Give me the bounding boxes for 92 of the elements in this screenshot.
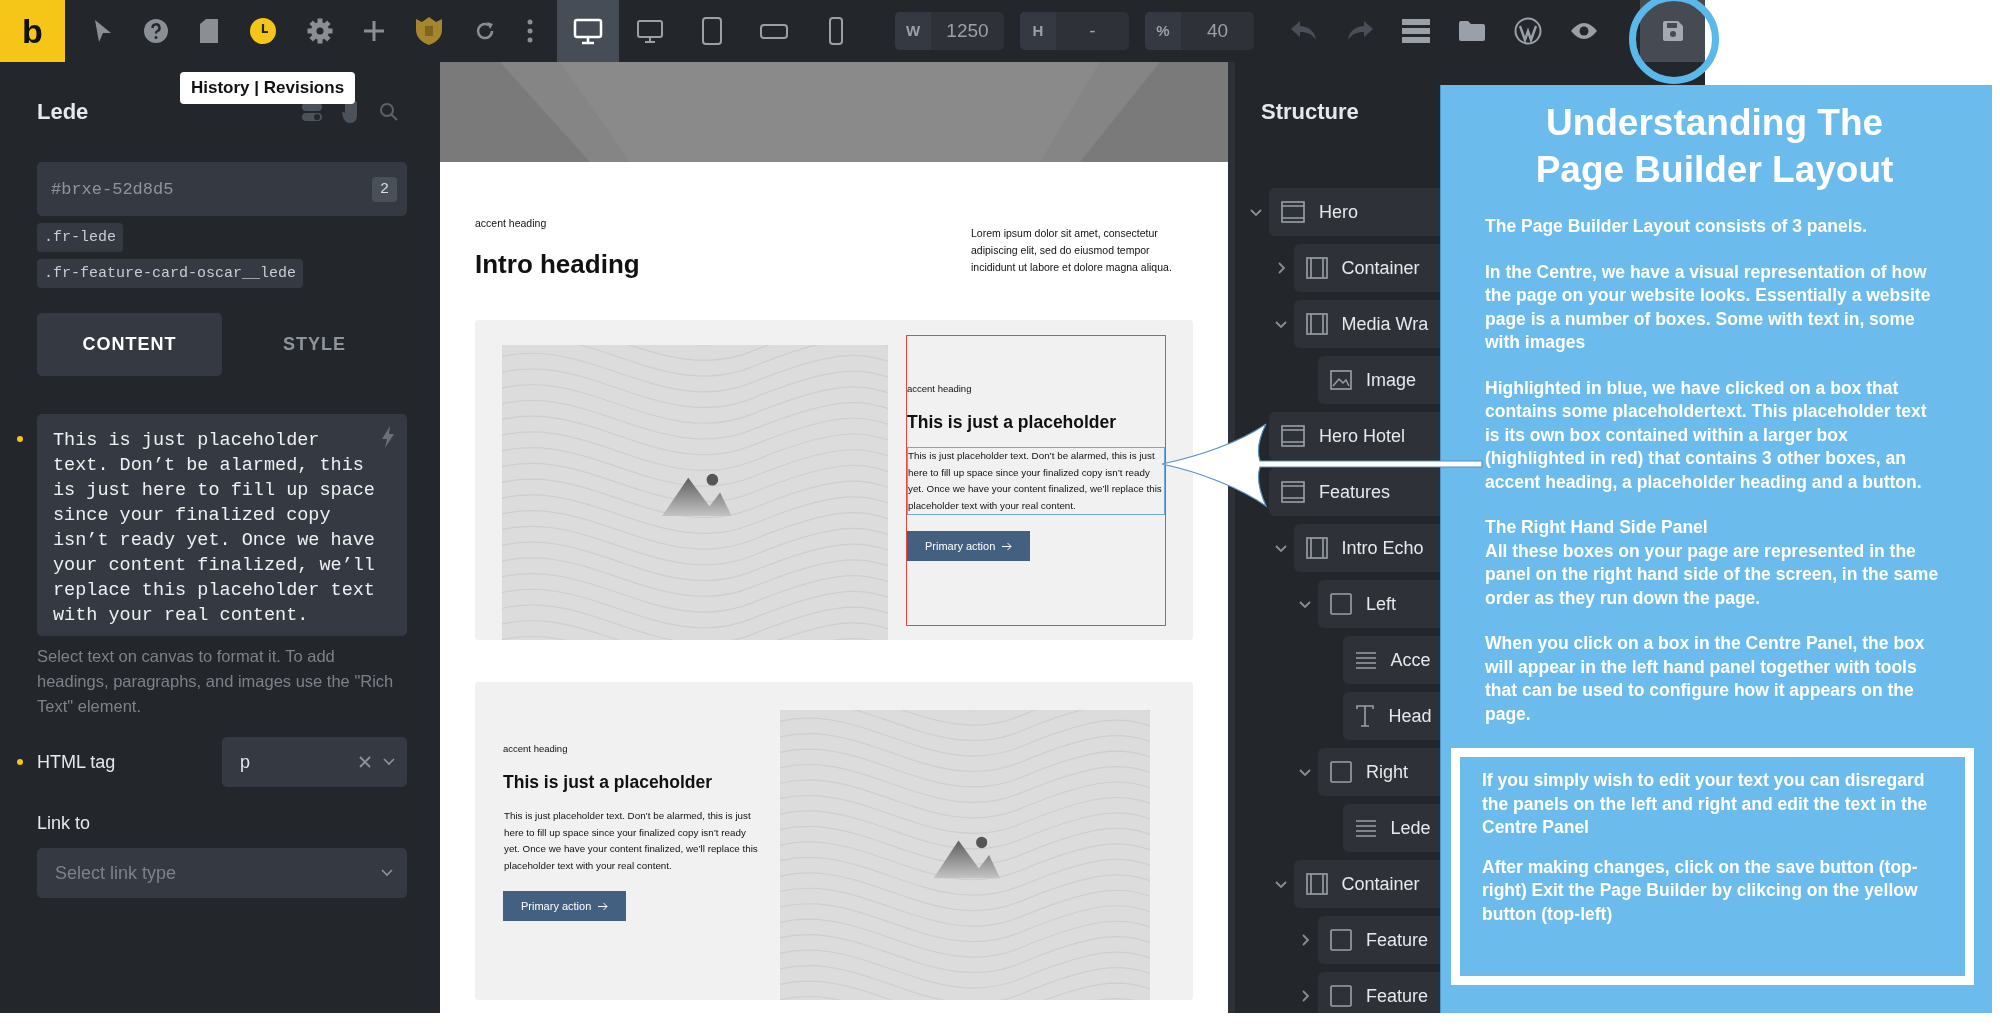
square-icon [1330, 761, 1352, 783]
tree-item[interactable]: Right [1318, 748, 1440, 796]
device-button[interactable] [557, 0, 619, 62]
info-subheading: The Right Hand Side Panel [1485, 516, 1709, 539]
panel-title: Structure [1260, 98, 1360, 126]
desktop-icon [572, 16, 604, 46]
panel-tab[interactable]: STYLE [222, 313, 407, 376]
field-label: Link to [37, 813, 92, 834]
tree-item[interactable]: Media Wra [1293, 300, 1440, 348]
pointer-icon[interactable] [93, 19, 113, 43]
intro-heading: Intro heading [475, 249, 641, 280]
panel-tab[interactable]: CONTENT [37, 313, 222, 376]
accent-heading: accent heading [475, 217, 548, 229]
tree-item[interactable]: Left [1318, 580, 1440, 628]
intro-text: Lorem ipsum dolor sit amet, consectetur adipiscing elit, sed do eiusmod tempor incididunt ut labore et dolore magna aliqua. [971, 226, 1173, 275]
container-icon [1305, 313, 1328, 335]
help-text: Select text on canvas to format it. To add headings, paragraphs, and images use the "Rich Text" element. [37, 646, 395, 717]
info-text: When you click on a box in the Centre Panel, the box will appear in the left hand panel together with tools that can be used to configure how it appears on the page. [1485, 632, 1926, 726]
size-field[interactable]: W 1250 [895, 12, 1004, 50]
section-icon [1281, 481, 1305, 503]
primary-action-button[interactable]: Primary action [503, 891, 627, 921]
chevron-down-icon [383, 758, 395, 766]
list-icon[interactable] [1402, 19, 1430, 43]
info-text: In the Centre, we have a visual representation of how the page on your website looks. Essentially a website page is a number of boxes. Some with text in, some with images [1485, 260, 1932, 354]
wordpress-icon[interactable] [1514, 17, 1542, 45]
text-lines-icon [1354, 651, 1377, 669]
shield-icon[interactable] [415, 16, 443, 46]
class-chip[interactable]: .fr-lede [37, 223, 123, 252]
clock-icon[interactable] [249, 17, 277, 45]
tree-item[interactable]: Lede [1342, 804, 1440, 852]
tree-item[interactable]: Hero [1269, 188, 1440, 236]
status-dot [17, 759, 23, 765]
tree-item[interactable]: Hero Hotel [1269, 412, 1440, 460]
more-icon[interactable] [527, 19, 533, 43]
help-icon[interactable] [143, 18, 169, 44]
section-icon [1281, 201, 1305, 223]
field-label: HTML tag [37, 751, 117, 773]
settings-icon[interactable] [307, 18, 333, 44]
square-icon [1330, 929, 1352, 951]
clear-icon[interactable] [359, 756, 371, 768]
search-icon[interactable] [379, 102, 399, 122]
logo-button[interactable]: b [0, 0, 65, 62]
text-area[interactable]: This is just placeholder text. Don’t be alarmed, this is just here to fill up space since your finalized copy isn’t ready yet. Once we have your content finalized, we’ll replace this placeholder text with your real content. [37, 414, 407, 636]
tree-item[interactable]: Container [1293, 244, 1440, 292]
size-field[interactable]: H - [1020, 12, 1129, 50]
section-icon [1281, 425, 1305, 447]
card-heading: This is just a placeholder [503, 772, 714, 793]
container-icon [1305, 537, 1328, 559]
accent-heading: accent heading [907, 383, 973, 394]
info-text: Highlighted in blue, we have clicked on a box that contains some placeholdertext. This placeholder text is its own box contained within a larger box (highlighted in red) that contains 3 other boxes, an accent heading, a placeholder heading and a button. [1485, 376, 1928, 494]
panel-title: Lede [37, 99, 90, 125]
square-icon [1330, 985, 1352, 1007]
tree-item[interactable]: Acce [1342, 636, 1440, 684]
save-button[interactable] [1640, 0, 1705, 62]
status-dot [17, 436, 23, 442]
square-icon [1330, 593, 1352, 615]
html-tag-select[interactable]: p [222, 737, 407, 787]
info-title: Understanding The Page Builder Layout [1534, 101, 1895, 192]
tree-item[interactable]: Feature [1318, 972, 1440, 1013]
size-field[interactable]: % 40 [1145, 12, 1254, 50]
add-icon[interactable] [363, 20, 385, 42]
chevron-down-icon [381, 869, 393, 877]
arrow-right-icon [1002, 541, 1013, 551]
tree-item[interactable]: Container [1293, 860, 1440, 908]
heading-icon [1354, 705, 1375, 727]
tooltip: History | Revisions [180, 72, 356, 104]
tree-item[interactable]: Head [1342, 692, 1440, 740]
class-chip[interactable]: .fr-feature-card-oscar__lede [37, 259, 304, 288]
container-icon [1305, 257, 1328, 279]
page-icon[interactable] [199, 18, 219, 44]
accent-heading: accent heading [503, 743, 569, 754]
image-icon [1330, 370, 1352, 390]
info-text: All these boxes on your page are represented in the panel on the right hand side of the screen, in the same order as they run down the page. [1485, 540, 1939, 608]
arrow-right-icon [598, 901, 609, 911]
tree-item[interactable]: Image [1318, 356, 1440, 404]
tree-item[interactable]: Feature [1318, 916, 1440, 964]
tree-item[interactable]: Intro Echo [1293, 524, 1440, 572]
info-text: After making changes, click on the save button (top-right) Exit the Page Builder by clikcing on the yellow button (top-left) [1482, 855, 1919, 926]
tree-item[interactable]: Features [1269, 468, 1440, 516]
text-lines-icon [1354, 819, 1377, 837]
preview-eye-icon[interactable] [1570, 21, 1598, 41]
element-id-field[interactable]: #brxe-52d8d5 2 [37, 162, 407, 216]
container-icon [1305, 873, 1328, 895]
info-text: If you simply wish to edit your text you can disregard the panels on the left and right and edit the text in the Centre Panel [1482, 769, 1929, 839]
info-text: The Page Builder Layout consists of 3 panels. [1485, 215, 1869, 238]
primary-action-button[interactable]: Primary action [907, 531, 1031, 561]
count-badge: 2 [372, 176, 397, 202]
toggle-icon[interactable] [301, 101, 323, 123]
save-icon [1661, 20, 1684, 42]
card-text: This is just placeholder text. Don’t be alarmed, this is just here to fill up space since your finalized copy isn’t ready yet. Once we have your content finalized, we’ll replace this placeholder text with your real content. [503, 809, 759, 873]
card-heading: This is just a placeholder [907, 412, 1118, 433]
folder-icon[interactable] [1458, 20, 1486, 42]
